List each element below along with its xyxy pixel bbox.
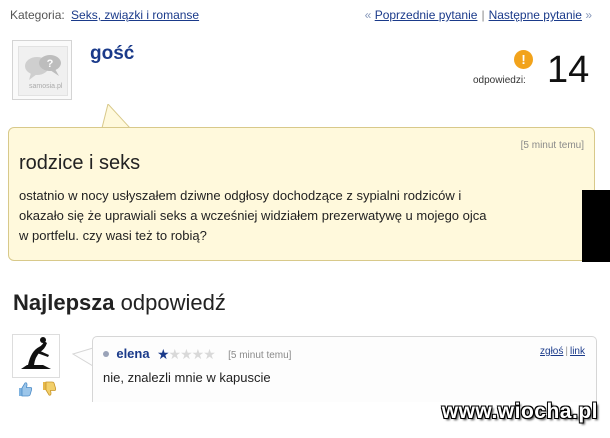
answers-count: 14 [547,49,590,91]
question-bubble: [5 minut temu] rodzice i seks ostatnio w… [8,127,595,261]
prev-question-link[interactable]: Poprzednie pytanie [375,8,478,22]
best-answer-heading-bold: Najlepsza [13,290,115,315]
answers-label: odpowiedzi: [473,75,526,86]
avatar-placeholder-icon: ? samosia.pl [18,46,68,96]
asker-avatar[interactable]: ? samosia.pl [12,40,72,100]
nav-separator: | [481,8,485,22]
svg-text:?: ? [47,58,54,70]
asker-name[interactable]: gość [90,43,134,65]
question-time: [5 minut temu] [520,140,584,151]
star-empty-icon: ★ [168,346,182,362]
question-line: w portfelu. czy wasi też to robią? [19,228,207,243]
answer-links: zgłoś | link [540,346,585,357]
question-title: rodzice i seks [19,152,141,174]
best-answer-heading: Najlepsza odpowiedź [13,290,226,316]
answer-text: nie, znalezli mnie w kapuscie [103,370,271,385]
user-status-dot-icon [103,351,109,357]
category-label: Kategoria: [10,8,65,22]
top-bar: Kategoria: Seks, związki i romanse « Pop… [10,8,592,24]
question-body: ostatnio w nocy usłyszałem dziwne odgłos… [19,186,589,246]
answerer-name[interactable]: elena [116,346,149,361]
next-question-link[interactable]: Następne pytanie [489,8,582,22]
site-watermark: www.wiocha.pl [441,400,598,423]
star-filled-icon: ★ [156,346,170,362]
answers-alert-icon: ! [514,50,533,69]
avatar-caption: samosia.pl [29,83,63,90]
star-empty-icon: ★ [191,346,205,362]
best-answer-heading-rest: odpowiedź [120,290,226,315]
question-nav: « Poprzednie pytanie | Następne pytanie » [365,8,592,22]
thumbs-down-icon[interactable] [41,381,57,397]
question-line: okazało się że uprawiali seks a wcześnie… [19,208,487,223]
answerer-avatar[interactable] [12,334,60,378]
answer-header: elena ★★★★★ [5 minut temu] zgłoś | link [103,346,593,362]
report-link[interactable]: zgłoś [540,346,563,357]
category-link[interactable]: Seks, związki i romanse [71,8,199,22]
answer-time: [5 minut temu] [228,350,292,361]
silhouette-avatar-icon [21,337,51,369]
thumbs-up-icon[interactable] [17,381,33,397]
answer-bubble-tail [72,347,94,367]
next-arrow-icon: » [585,8,592,22]
star-empty-icon: ★ [180,346,193,362]
prev-arrow-icon: « [364,8,372,22]
answer-bubble: elena ★★★★★ [5 minut temu] zgłoś | link ni… [92,336,597,402]
vote-buttons [17,381,57,399]
question-line: ostatnio w nocy usłyszałem dziwne odgłos… [19,188,462,203]
answer-permalink[interactable]: link [570,346,585,357]
rating-stars: ★★★★★ [156,346,216,363]
star-empty-icon: ★ [203,346,216,362]
links-separator: | [565,346,568,357]
image-edge-strip [582,190,610,262]
